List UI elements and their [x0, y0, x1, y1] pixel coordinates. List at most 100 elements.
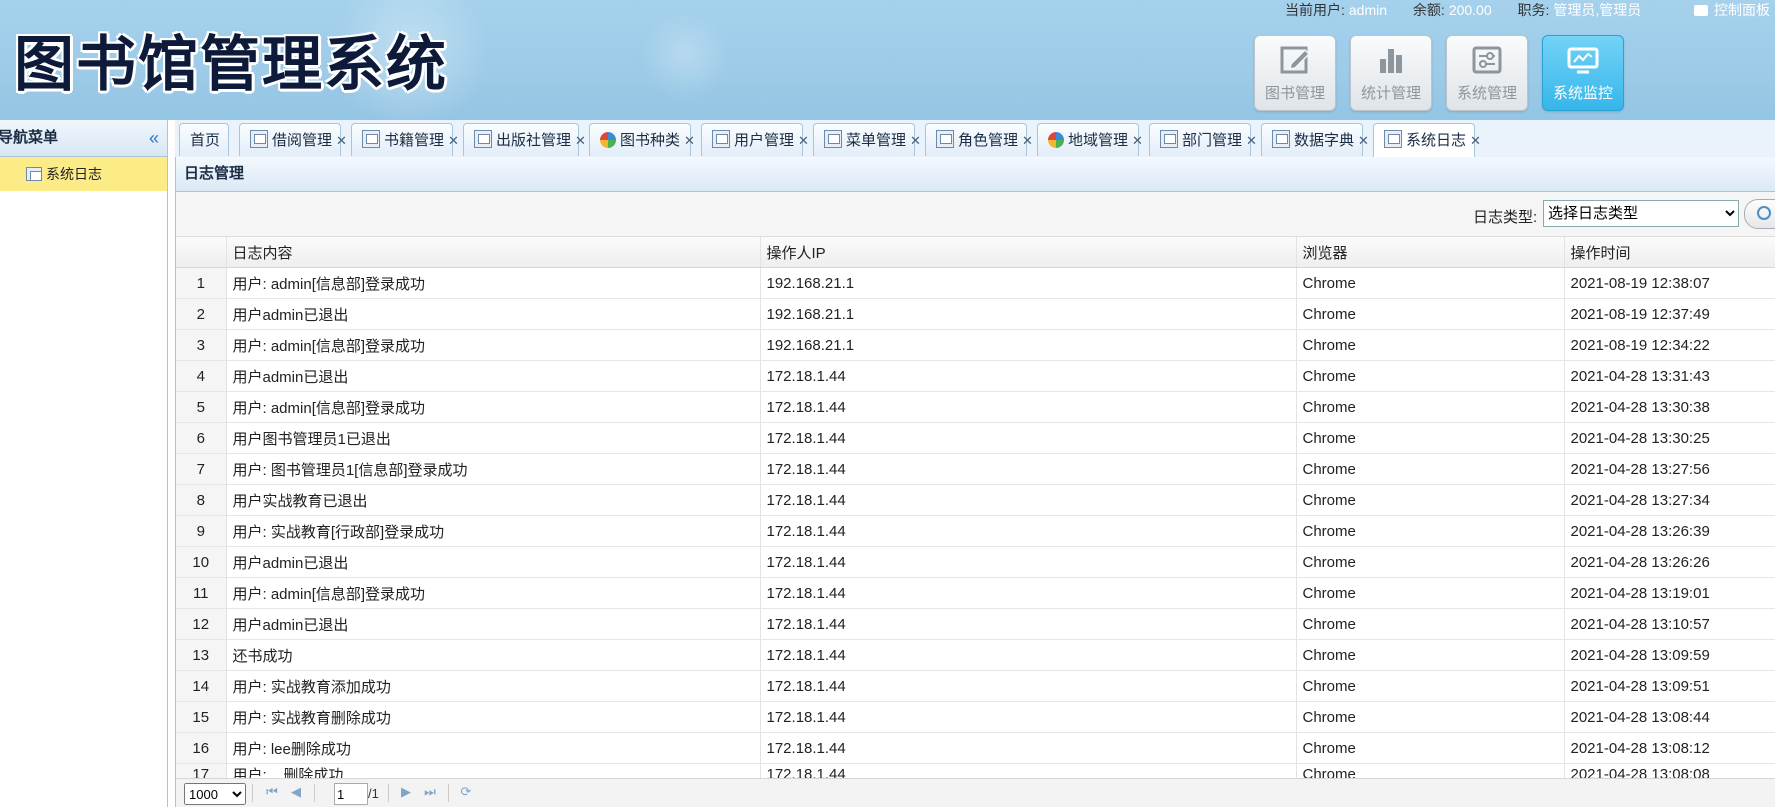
last-page-icon[interactable]: ⏭ — [422, 784, 438, 800]
table-row[interactable]: 10 用户admin已退出 172.18.1.44 Chrome 2021-04-28 … — [176, 546, 1775, 578]
tab-label: 图书种类 — [620, 132, 681, 149]
tab-region-management[interactable]: 地域管理 ✕ — [1037, 123, 1143, 156]
row-number: 8 — [176, 484, 227, 516]
tab-label: 出版社管理 — [496, 132, 572, 149]
operator-ip-cell: 172.18.1.44 — [760, 608, 1297, 640]
table-row[interactable]: 8 用户实战教育已退出 172.18.1.44 Chrome 2021-04-28 13… — [176, 484, 1775, 516]
operator-ip-cell: 172.18.1.44 — [760, 577, 1297, 609]
close-icon[interactable]: ✕ — [1470, 133, 1481, 148]
module-label: 系统监控 — [1552, 85, 1613, 102]
operator-ip-cell: 172.18.1.44 — [760, 639, 1297, 671]
table-row[interactable]: 11 用户: admin[信息部]登录成功 172.18.1.44 Chrome 202… — [176, 577, 1775, 609]
operation-time-cell: 2021-04-28 13:30:38 — [1564, 391, 1775, 423]
app-header: 图书馆管理系统 当前用户: admin 余额: 200.00 职务: 管理员,管理员 … — [0, 0, 1775, 120]
row-number: 13 — [176, 639, 227, 671]
table-row[interactable]: 9 用户: 实战教育[行政部]登录成功 172.18.1.44 Chrome 2021-… — [176, 515, 1775, 547]
close-icon[interactable]: ✕ — [575, 133, 586, 148]
collapse-sidebar-icon[interactable]: « — [149, 120, 159, 156]
column-header-content[interactable]: 日志内容 — [226, 237, 761, 268]
tab-label: 用户管理 — [734, 132, 795, 149]
log-type-select[interactable]: 选择日志类型 — [1543, 200, 1739, 227]
divider — [448, 784, 449, 802]
prev-page-icon[interactable]: ◀ — [288, 784, 304, 800]
column-header-browser[interactable]: 浏览器 — [1296, 237, 1565, 268]
close-icon[interactable]: ✕ — [1132, 133, 1143, 148]
table-row[interactable]: 6 用户图书管理员1已退出 172.18.1.44 Chrome 2021-04-28 … — [176, 422, 1775, 454]
page-number-input[interactable] — [334, 783, 368, 805]
row-number: 11 — [176, 577, 227, 609]
log-management-panel: 日志管理 日志类型: 选择日志类型 日志内容 操作人IP 浏览器 操作时间 1用… — [175, 157, 1775, 807]
first-page-icon[interactable]: ⏮ — [264, 784, 280, 800]
table-row[interactable]: 5 用户: admin[信息部]登录成功 172.18.1.44 Chrome 2021… — [176, 391, 1775, 423]
row-number: 10 — [176, 546, 227, 578]
close-icon[interactable]: ✕ — [684, 133, 695, 148]
control-panel-link[interactable]: 控制面板 — [1694, 0, 1770, 20]
column-header-ip[interactable]: 操作人IP — [760, 237, 1297, 268]
table-row[interactable]: 15 用户: 实战教育删除成功 172.18.1.44 Chrome 2021-04-2… — [176, 701, 1775, 733]
table-header-row: 日志内容 操作人IP 浏览器 操作时间 — [176, 237, 1775, 268]
browser-cell: Chrome — [1296, 298, 1565, 330]
table-row[interactable]: 13 还书成功 172.18.1.44 Chrome 2021-04-28 13:09:… — [176, 639, 1775, 671]
log-content-cell: 用户: 实战教育添加成功 — [226, 670, 761, 702]
operation-time-cell: 2021-04-28 13:19:01 — [1564, 577, 1775, 609]
tab-publisher-management[interactable]: 出版社管理 ✕ — [463, 123, 586, 156]
tab-role-management[interactable]: 角色管理 ✕ — [925, 123, 1033, 156]
log-content-cell: 用户: 实战教育[行政部]登录成功 — [226, 515, 761, 547]
tab-home[interactable]: 首页 — [179, 123, 229, 156]
page-size-select[interactable]: 1000 — [184, 783, 246, 805]
module-statistics-button[interactable]: 统计管理 — [1350, 35, 1432, 111]
close-icon[interactable]: ✕ — [910, 133, 921, 148]
sidebar-item-label: 系统日志 — [46, 166, 102, 182]
close-icon[interactable]: ✕ — [1022, 133, 1033, 148]
log-content-cell: 用户: lee删除成功 — [226, 732, 761, 764]
tab-label: 角色管理 — [958, 132, 1019, 149]
search-button[interactable] — [1744, 199, 1775, 229]
operation-time-cell: 2021-04-28 13:31:43 — [1564, 360, 1775, 392]
tab-book-management[interactable]: 书籍管理 ✕ — [351, 123, 459, 156]
table-row[interactable]: 12 用户admin已退出 172.18.1.44 Chrome 2021-04-28 … — [176, 608, 1775, 640]
column-header-time[interactable]: 操作时间 — [1564, 237, 1775, 268]
tab-label: 书籍管理 — [384, 132, 445, 149]
tab-user-management[interactable]: 用户管理 ✕ — [701, 123, 809, 156]
table-row[interactable]: 7 用户: 图书管理员1[信息部]登录成功 172.18.1.44 Chrome 202… — [176, 453, 1775, 485]
close-icon[interactable]: ✕ — [1246, 133, 1257, 148]
page-icon — [936, 130, 954, 148]
table-row[interactable]: 4 用户admin已退出 172.18.1.44 Chrome 2021-04-28 1… — [176, 360, 1775, 392]
page-icon — [250, 130, 268, 148]
row-number: 2 — [176, 298, 227, 330]
table-row[interactable]: 16 用户: lee删除成功 172.18.1.44 Chrome 2021-04-28… — [176, 732, 1775, 764]
tab-department-management[interactable]: 部门管理 ✕ — [1149, 123, 1257, 156]
row-number: 12 — [176, 608, 227, 640]
close-icon[interactable]: ✕ — [336, 133, 347, 148]
close-icon[interactable]: ✕ — [798, 133, 809, 148]
next-page-icon[interactable]: ▶ — [398, 784, 414, 800]
tab-menu-management[interactable]: 菜单管理 ✕ — [813, 123, 921, 156]
tab-label: 地域管理 — [1068, 132, 1129, 149]
divider — [314, 784, 315, 802]
user-info-bar: 当前用户: admin 余额: 200.00 职务: 管理员,管理员 — [1285, 0, 1663, 20]
table-row[interactable]: 2 用户admin已退出 192.168.21.1 Chrome 2021-08-19 … — [176, 298, 1775, 330]
tab-data-dictionary[interactable]: 数据字典 ✕ — [1261, 123, 1369, 156]
table-row[interactable]: 1 用户: admin[信息部]登录成功 192.168.21.1 Chrome 202… — [176, 267, 1775, 299]
close-icon[interactable]: ✕ — [448, 133, 459, 148]
log-content-cell: 用户: admin[信息部]登录成功 — [226, 577, 761, 609]
module-system-monitor-button[interactable]: 系统监控 — [1542, 35, 1624, 111]
log-content-cell: 用户: 实战教育删除成功 — [226, 701, 761, 733]
log-content-cell: 用户: admin[信息部]登录成功 — [226, 267, 761, 299]
page-icon — [712, 130, 730, 148]
tab-borrow-management[interactable]: 借阅管理 ✕ — [239, 123, 347, 156]
table-row[interactable]: 3 用户: admin[信息部]登录成功 192.168.21.1 Chrome 202… — [176, 329, 1775, 361]
tab-system-log[interactable]: 系统日志 ✕ — [1373, 123, 1481, 157]
tab-book-category[interactable]: 图书种类 ✕ — [589, 123, 695, 156]
close-icon[interactable]: ✕ — [1358, 133, 1369, 148]
browser-cell: Chrome — [1296, 546, 1565, 578]
sidebar-item-system-log[interactable]: 系统日志 — [0, 157, 167, 191]
module-system-management-button[interactable]: 系统管理 — [1446, 35, 1528, 111]
refresh-icon[interactable]: ⟳ — [458, 784, 474, 800]
browser-cell: Chrome — [1296, 608, 1565, 640]
balance-value: 200.00 — [1448, 2, 1492, 18]
table-row[interactable]: 14 用户: 实战教育添加成功 172.18.1.44 Chrome 2021-04-2… — [176, 670, 1775, 702]
operator-ip-cell: 192.168.21.1 — [760, 267, 1297, 299]
module-book-management-button[interactable]: 图书管理 — [1254, 35, 1336, 111]
log-content-cell: 还书成功 — [226, 639, 761, 671]
